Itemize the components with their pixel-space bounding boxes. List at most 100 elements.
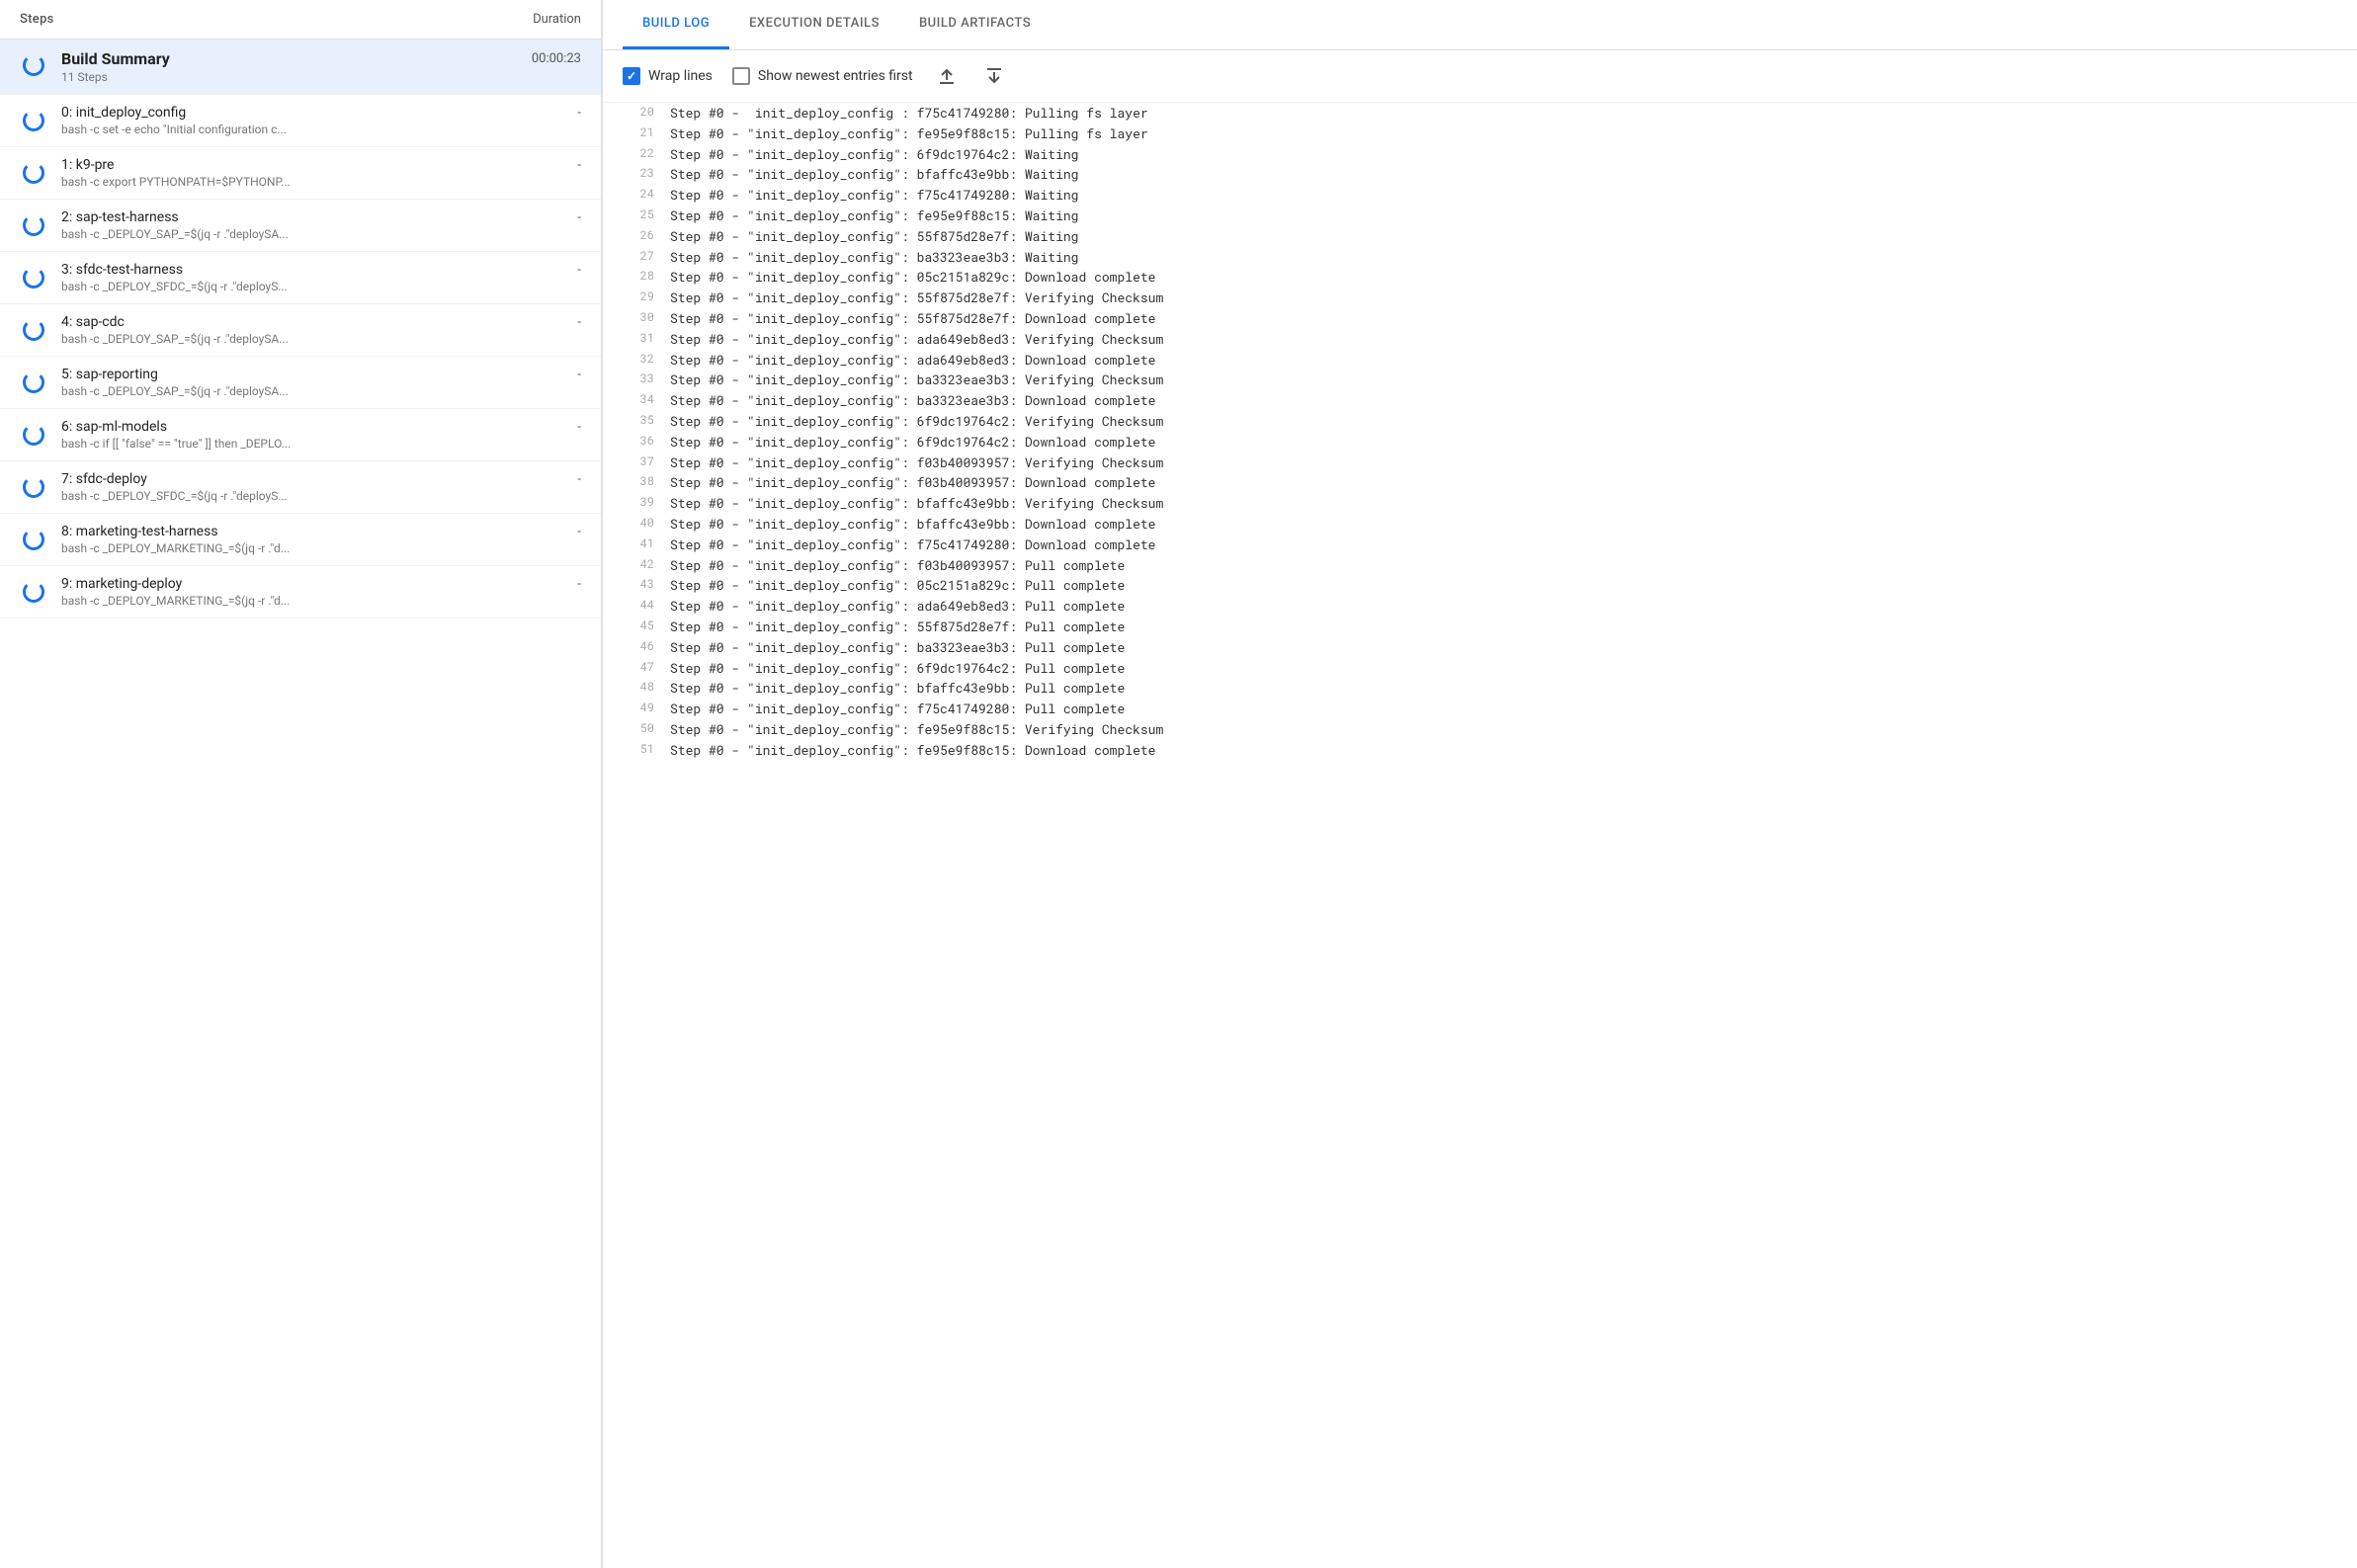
log-line: 28 Step #0 - "init_deploy_config": 05c21… <box>603 267 2357 288</box>
step-spinner-icon <box>20 211 47 239</box>
log-line-number: 49 <box>623 699 654 719</box>
step-name: 3: sfdc-test-harness <box>61 262 183 278</box>
step-command: bash -c _DEPLOY_SAP_=$(jq -r ."deploySA.… <box>61 384 581 398</box>
step-duration: - <box>577 158 581 173</box>
step-content: 2: sap-test-harness - bash -c _DEPLOY_SA… <box>61 209 581 241</box>
log-line: 50 Step #0 - "init_deploy_config": fe95e… <box>603 719 2357 740</box>
log-line-number: 44 <box>623 596 654 617</box>
log-line-number: 50 <box>623 719 654 740</box>
main-container: Steps Duration Build Summary 00:00:23 11… <box>0 0 2357 1568</box>
step-duration: - <box>577 315 581 330</box>
log-line-text: Step #0 - "init_deploy_config": 6f9dc197… <box>670 144 1078 165</box>
log-line-number: 30 <box>623 308 654 329</box>
log-line-text: Step #0 - "init_deploy_config": ba3323ea… <box>670 247 1078 268</box>
step-command: bash -c _DEPLOY_MARKETING_=$(jq -r ."d..… <box>61 594 581 608</box>
step-item[interactable]: 7: sfdc-deploy - bash -c _DEPLOY_SFDC_=$… <box>0 461 601 514</box>
step-item[interactable]: 8: marketing-test-harness - bash -c _DEP… <box>0 514 601 566</box>
step-main-row: 0: init_deploy_config - <box>61 105 581 121</box>
log-line: 20 Step #0 - init_deploy_config : f75c41… <box>603 103 2357 124</box>
step-content: 5: sap-reporting - bash -c _DEPLOY_SAP_=… <box>61 367 581 398</box>
log-line-number: 32 <box>623 350 654 371</box>
log-line-number: 36 <box>623 432 654 453</box>
scroll-top-button[interactable] <box>933 62 961 90</box>
step-spinner-icon <box>20 107 47 134</box>
step-spinner-icon <box>20 316 47 344</box>
spinner <box>23 319 44 341</box>
step-duration: - <box>577 420 581 435</box>
tab-build-artifacts[interactable]: BUILD ARTIFACTS <box>899 0 1051 49</box>
build-summary-item[interactable]: Build Summary 00:00:23 11 Steps <box>0 40 601 95</box>
log-line-number: 25 <box>623 206 654 226</box>
log-line-number: 42 <box>623 555 654 576</box>
wrap-lines-checkbox[interactable]: ✓ <box>623 67 640 85</box>
step-item[interactable]: 5: sap-reporting - bash -c _DEPLOY_SAP_=… <box>0 357 601 409</box>
step-command: bash -c set -e echo "Initial configurati… <box>61 123 581 136</box>
log-line: 38 Step #0 - "init_deploy_config": f03b4… <box>603 472 2357 493</box>
log-line-number: 39 <box>623 493 654 514</box>
step-item[interactable]: 1: k9-pre - bash -c export PYTHONPATH=$P… <box>0 147 601 200</box>
step-duration: - <box>577 368 581 382</box>
step-name: 5: sap-reporting <box>61 367 158 382</box>
log-line-number: 22 <box>623 144 654 165</box>
show-newest-label[interactable]: Show newest entries first <box>732 67 913 85</box>
log-line: 37 Step #0 - "init_deploy_config": f03b4… <box>603 453 2357 473</box>
log-line-text: Step #0 - "init_deploy_config": 55f875d2… <box>670 617 1125 637</box>
step-name: 4: sap-cdc <box>61 314 125 330</box>
steps-list: Build Summary 00:00:23 11 Steps 0: init_… <box>0 40 601 1568</box>
step-item[interactable]: 0: init_deploy_config - bash -c set -e e… <box>0 95 601 147</box>
tabs-bar: BUILD LOG EXECUTION DETAILS BUILD ARTIFA… <box>603 0 2357 50</box>
tab-execution-details[interactable]: EXECUTION DETAILS <box>729 0 899 49</box>
log-line: 47 Step #0 - "init_deploy_config": 6f9dc… <box>603 658 2357 679</box>
log-line: 48 Step #0 - "init_deploy_config": bfaff… <box>603 678 2357 699</box>
log-line-text: Step #0 - "init_deploy_config": bfaffc43… <box>670 493 1163 514</box>
log-line-text: Step #0 - "init_deploy_config": 55f875d2… <box>670 288 1163 308</box>
log-line: 26 Step #0 - "init_deploy_config": 55f87… <box>603 226 2357 247</box>
step-item[interactable]: 9: marketing-deploy - bash -c _DEPLOY_MA… <box>0 566 601 619</box>
step-item[interactable]: 2: sap-test-harness - bash -c _DEPLOY_SA… <box>0 200 601 252</box>
step-spinner-icon <box>20 526 47 553</box>
step-name: 1: k9-pre <box>61 157 114 173</box>
log-line-text: Step #0 - "init_deploy_config": ada649eb… <box>670 329 1163 350</box>
log-line-text: Step #0 - "init_deploy_config": 55f875d2… <box>670 308 1155 329</box>
step-content: 1: k9-pre - bash -c export PYTHONPATH=$P… <box>61 157 581 189</box>
log-line-number: 33 <box>623 370 654 390</box>
scroll-bottom-button[interactable] <box>980 62 1008 90</box>
log-line-text: Step #0 - "init_deploy_config": f75c4174… <box>670 535 1155 555</box>
log-line-number: 45 <box>623 617 654 637</box>
step-item[interactable]: 6: sap-ml-models - bash -c if [[ "false"… <box>0 409 601 461</box>
step-main-row: 4: sap-cdc - <box>61 314 581 330</box>
spinner-icon <box>23 54 44 76</box>
log-line-number: 38 <box>623 472 654 493</box>
log-toolbar: ✓ Wrap lines Show newest entries first <box>603 50 2357 103</box>
log-line-number: 31 <box>623 329 654 350</box>
log-line-number: 20 <box>623 103 654 124</box>
step-item[interactable]: 4: sap-cdc - bash -c _DEPLOY_SAP_=$(jq -… <box>0 304 601 357</box>
log-line: 21 Step #0 - "init_deploy_config": fe95e… <box>603 124 2357 144</box>
step-command: bash -c _DEPLOY_SAP_=$(jq -r ."deploySA.… <box>61 227 581 241</box>
spinner <box>23 214 44 236</box>
log-line-number: 26 <box>623 226 654 247</box>
step-duration: - <box>577 525 581 539</box>
tab-build-log[interactable]: BUILD LOG <box>623 0 729 49</box>
log-line: 29 Step #0 - "init_deploy_config": 55f87… <box>603 288 2357 308</box>
build-summary-substeps: 11 Steps <box>61 70 581 84</box>
wrap-lines-label[interactable]: ✓ Wrap lines <box>623 67 713 85</box>
step-name: 8: marketing-test-harness <box>61 524 218 539</box>
log-line: 41 Step #0 - "init_deploy_config": f75c4… <box>603 535 2357 555</box>
log-line-number: 23 <box>623 164 654 185</box>
build-summary-content: Build Summary 00:00:23 11 Steps <box>61 49 581 84</box>
step-main-row: 3: sfdc-test-harness - <box>61 262 581 278</box>
step-name: 0: init_deploy_config <box>61 105 186 121</box>
log-line-number: 28 <box>623 267 654 288</box>
log-line-text: Step #0 - "init_deploy_config": ba3323ea… <box>670 370 1163 390</box>
step-content: 8: marketing-test-harness - bash -c _DEP… <box>61 524 581 555</box>
log-line-text: Step #0 - "init_deploy_config": fe95e9f8… <box>670 124 1148 144</box>
log-line: 44 Step #0 - "init_deploy_config": ada64… <box>603 596 2357 617</box>
log-line: 51 Step #0 - "init_deploy_config": fe95e… <box>603 740 2357 761</box>
step-duration: - <box>577 577 581 592</box>
log-line: 25 Step #0 - "init_deploy_config": fe95e… <box>603 206 2357 226</box>
show-newest-checkbox[interactable] <box>732 67 750 85</box>
step-item[interactable]: 3: sfdc-test-harness - bash -c _DEPLOY_S… <box>0 252 601 304</box>
step-spinner-icon <box>20 369 47 396</box>
step-content: 0: init_deploy_config - bash -c set -e e… <box>61 105 581 136</box>
